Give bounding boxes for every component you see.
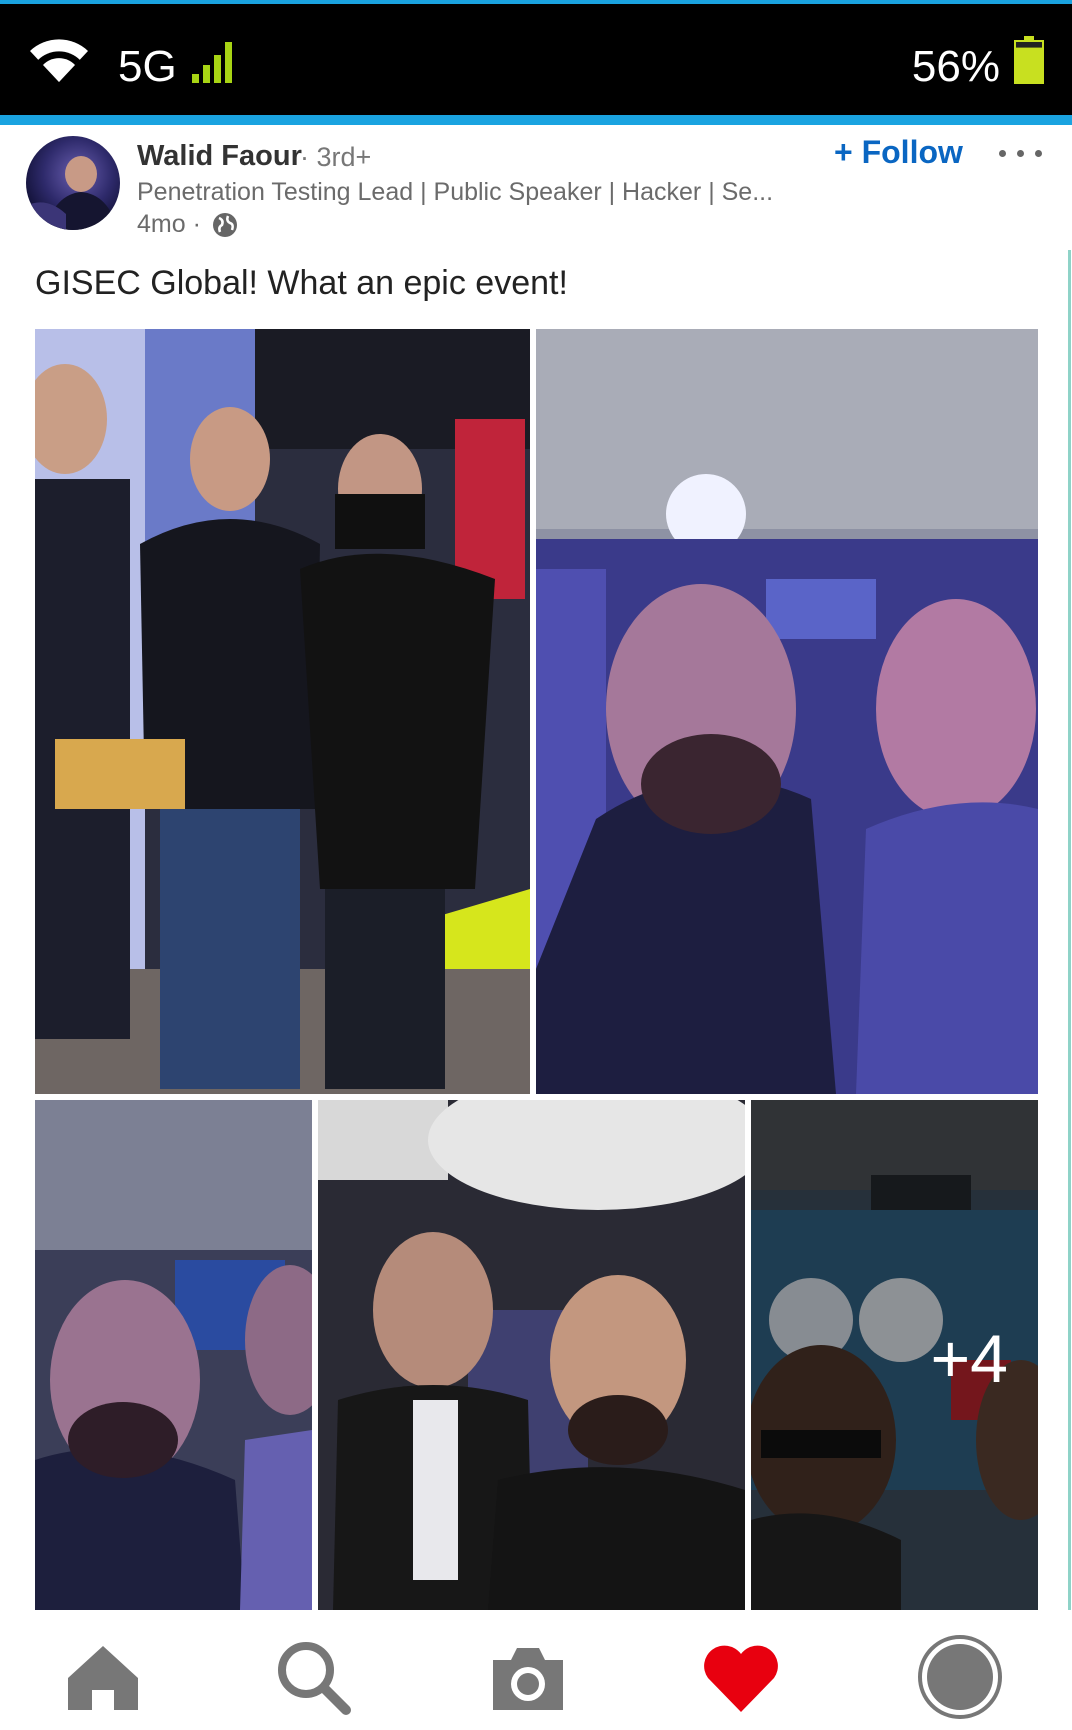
post-photo-5[interactable]: +4 [751,1100,1038,1610]
post-photo-3[interactable] [35,1100,312,1610]
search-icon[interactable] [268,1632,358,1722]
app-screen: 5G 56% Walid Faour · 3rd+ Penetration Te… [0,0,1072,1730]
post-age: 4mo · [137,210,201,238]
globe-icon [213,213,237,237]
divider [1068,250,1071,1630]
battery-icon [1014,36,1044,84]
signal-icon [192,42,232,83]
heart-icon[interactable] [696,1632,786,1722]
bottom-nav [0,1610,1072,1730]
post-text: GISEC Global! What an epic event! [35,264,568,302]
wifi-icon [30,39,88,82]
more-photos-count[interactable]: +4 [751,1320,1038,1398]
author-name[interactable]: Walid Faour [137,140,302,173]
post-photo-2[interactable] [536,329,1038,1094]
home-icon[interactable] [58,1632,148,1722]
follow-button[interactable]: + Follow [834,134,963,171]
battery-percent: 56% [911,42,1000,91]
status-bar: 5G 56% [0,0,1072,125]
profile-icon[interactable] [915,1632,1005,1722]
connection-degree: · 3rd+ [300,142,372,172]
author-avatar[interactable] [26,136,120,230]
author-headline: Penetration Testing Lead | Public Speake… [137,178,774,206]
network-type: 5G [118,42,177,91]
more-options-icon[interactable] [997,136,1047,170]
camera-icon[interactable] [483,1632,573,1722]
post-photo-4[interactable] [318,1100,745,1610]
post-photo-1[interactable] [35,329,530,1094]
